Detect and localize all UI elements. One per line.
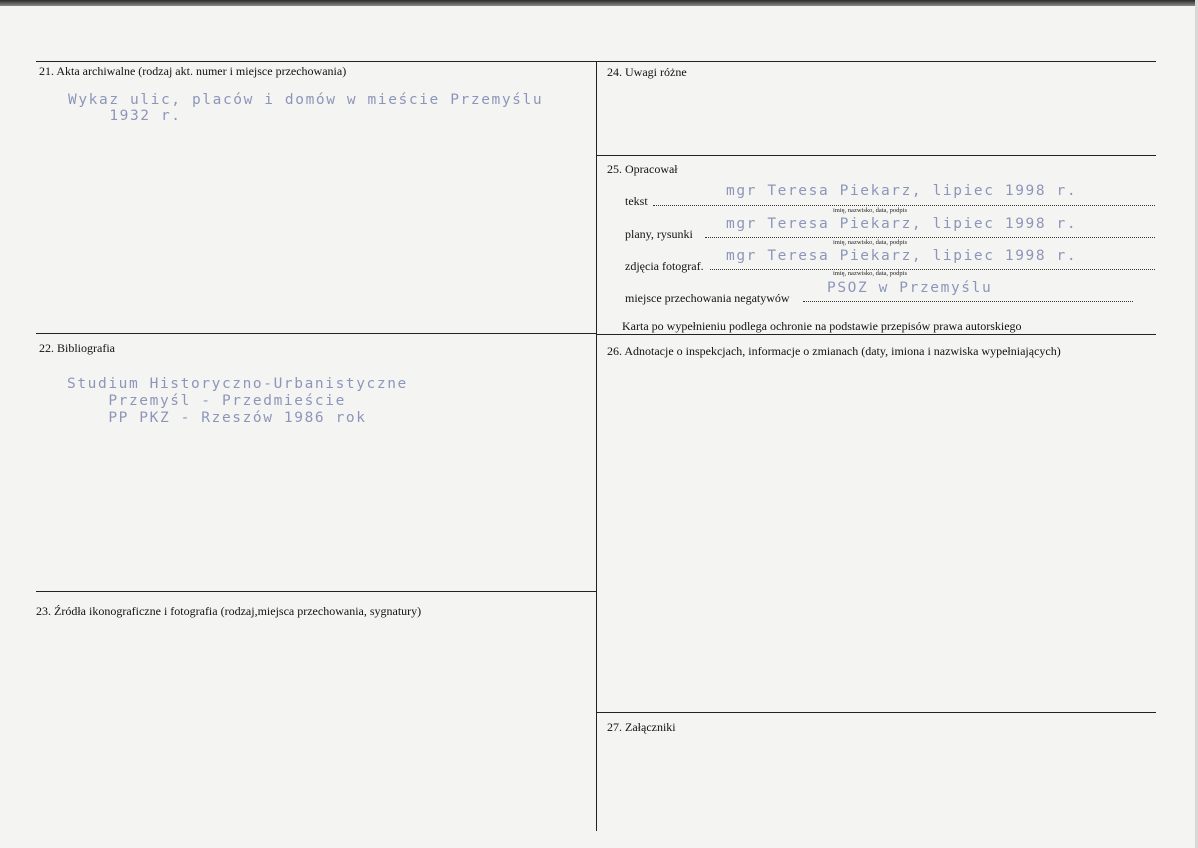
tekst-dotted-line bbox=[653, 205, 1155, 206]
zdjecia-label: zdjęcia fotograf. bbox=[625, 259, 704, 273]
section-22-line-3: PP PKZ - Rzeszów 1986 rok bbox=[67, 410, 367, 426]
section-27-label: 27. Załączniki bbox=[607, 720, 676, 734]
section-21-line-1: Wykaz ulic, placów i domów w mieście Prz… bbox=[68, 92, 544, 108]
tekst-label: tekst bbox=[625, 194, 648, 208]
plany-hint: imię, nazwisko, data, podpis bbox=[833, 239, 908, 246]
tekst-hint: imię, nazwisko, data, podpis bbox=[833, 207, 908, 214]
section-25-label: 25. Opracował bbox=[607, 162, 678, 176]
column-divider bbox=[596, 61, 597, 831]
copyright-note: Karta po wypełnieniu podlega ochronie na… bbox=[622, 319, 1022, 333]
left-rule-22-23 bbox=[36, 591, 596, 592]
scan-top-border bbox=[0, 0, 1198, 6]
section-22-line-1: Studium Historyczno-Urbanistyczne bbox=[67, 376, 408, 392]
section-24-label: 24. Uwagi różne bbox=[607, 65, 687, 79]
left-rule-21-22 bbox=[36, 333, 596, 334]
section-22-line-2: Przemyśl - Przedmieście bbox=[67, 393, 346, 409]
negatywy-dotted-line bbox=[803, 301, 1133, 302]
zdjecia-value: mgr Teresa Piekarz, lipiec 1998 r. bbox=[726, 248, 1078, 264]
section-22-label: 22. Bibliografia bbox=[39, 341, 115, 355]
right-rule-26-27 bbox=[596, 712, 1156, 713]
plany-dotted-line bbox=[705, 237, 1155, 238]
form-page: { "section21": { "label": "21. Akta arch… bbox=[0, 0, 1198, 848]
right-rule-24-25 bbox=[596, 155, 1156, 156]
section-26-label: 26. Adnotacje o inspekcjach, informacje … bbox=[607, 344, 1061, 358]
plany-value: mgr Teresa Piekarz, lipiec 1998 r. bbox=[726, 216, 1078, 232]
plany-rysunki-label: plany, rysunki bbox=[625, 227, 693, 241]
tekst-value: mgr Teresa Piekarz, lipiec 1998 r. bbox=[726, 183, 1078, 199]
section-21-label: 21. Akta archiwalne (rodzaj akt. numer i… bbox=[39, 64, 347, 78]
right-rule-25-26 bbox=[596, 334, 1156, 335]
negatywy-value: PSOZ w Przemyślu bbox=[827, 280, 993, 296]
zdjecia-hint: imię, nazwisko, data, podpis bbox=[833, 270, 908, 277]
zdjecia-dotted-line bbox=[710, 269, 1155, 270]
section-21-line-2: 1932 r. bbox=[68, 108, 182, 124]
section-23-label: 23. Źródła ikonograficzne i fotografia (… bbox=[36, 604, 422, 618]
negatywy-label: miejsce przechowania negatywów bbox=[625, 291, 790, 305]
